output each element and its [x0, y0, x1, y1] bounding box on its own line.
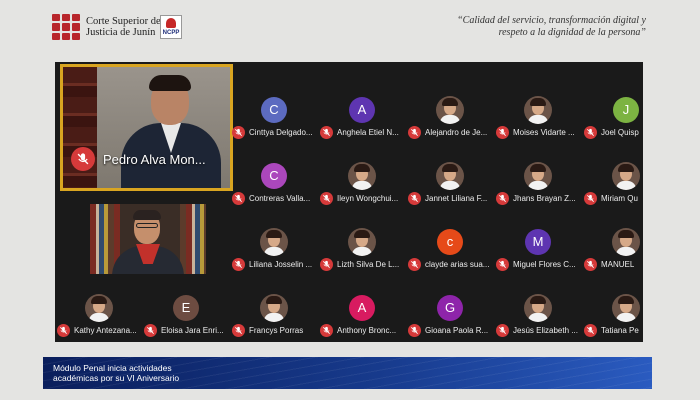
participant-tile[interactable]: Moises Vidarte ...	[494, 68, 582, 139]
participant-photo	[612, 162, 640, 190]
participant-label: Gioana Paola R...	[408, 323, 494, 337]
participant-photo	[612, 228, 640, 256]
motto-line1: “Calidad del servicio, transformación di…	[457, 15, 646, 26]
participant-video-tile[interactable]	[90, 204, 206, 274]
ncpp-label: NCPP	[162, 30, 180, 36]
participant-initial-avatar: A	[349, 97, 375, 123]
participant-tile[interactable]: M Miguel Flores C...	[494, 200, 582, 271]
participant-initial-avatar: c	[437, 229, 463, 255]
participant-name: Gioana Paola R...	[425, 325, 489, 335]
video-conference-gallery: Pedro Alva Mon... C Cinttya Delgado... A An…	[55, 62, 643, 342]
participant-label: Kathy Antezana...	[57, 323, 143, 337]
motto-line2: respeto a la dignidad de la persona”	[498, 27, 646, 38]
participant-tile[interactable]: Liliana Josselin ...	[230, 200, 318, 271]
participant-name: Francys Porras	[249, 325, 304, 335]
muted-mic-icon	[57, 323, 70, 337]
active-speaker-label: Pedro Alva Mon...	[71, 147, 206, 171]
muted-mic-icon	[232, 323, 245, 337]
muted-mic-icon	[71, 147, 95, 171]
participant-tile[interactable]: C Cinttya Delgado...	[230, 68, 318, 139]
participant-tile[interactable]: Francys Porras	[230, 266, 318, 337]
participant-tile[interactable]: MANUEL	[582, 200, 643, 271]
participant-tile[interactable]: c clayde arias sua...	[406, 200, 494, 271]
participant-initial-avatar: E	[173, 295, 199, 321]
banner-line1: Módulo Penal inicia actividades	[53, 363, 172, 373]
participant-photo	[524, 96, 552, 124]
participant-photo	[348, 162, 376, 190]
participant-tile[interactable]: J Joel Quisp	[582, 68, 643, 139]
participant-tile[interactable]: A Anthony Bronc...	[318, 266, 406, 337]
court-name: Corte Superior de Justicia de Junín	[86, 16, 161, 38]
ncpp-badge: NCPP	[160, 15, 182, 39]
muted-mic-icon	[144, 323, 157, 337]
participant-name: Jesús Elizabeth ...	[513, 325, 578, 335]
page-header: Corte Superior de Justicia de Junín NCPP…	[0, 0, 700, 52]
court-name-line2: Justicia de Junín	[86, 27, 156, 38]
participant-photo	[524, 162, 552, 190]
muted-mic-icon	[584, 323, 597, 337]
participant-photo	[85, 294, 113, 322]
participant-name: Anthony Bronc...	[337, 325, 397, 335]
muted-mic-icon	[320, 323, 333, 337]
participant-tile[interactable]: Jesús Elizabeth ...	[494, 266, 582, 337]
participant-tile[interactable]: Jannet Liliana F...	[406, 134, 494, 205]
participant-label: Francys Porras	[232, 323, 318, 337]
participant-tile[interactable]: G Gioana Paola R...	[406, 266, 494, 337]
court-logo: Corte Superior de Justicia de Junín	[52, 14, 161, 40]
participant-tile[interactable]: Tatiana Pe	[582, 266, 643, 337]
participant-initial-avatar: A	[349, 295, 375, 321]
participant-photo	[260, 228, 288, 256]
participant-photo	[348, 228, 376, 256]
participant-name: Kathy Antezana...	[74, 325, 137, 335]
participant-photo	[436, 96, 464, 124]
news-banner: Módulo Penal inicia actividades académic…	[43, 357, 652, 389]
participant-tile[interactable]: Jhans Brayan Z...	[494, 134, 582, 205]
participant-initial-avatar: G	[437, 295, 463, 321]
participant-initial-avatar: C	[261, 97, 287, 123]
court-emblem-icon	[52, 14, 80, 40]
participant-initial-avatar: C	[261, 163, 287, 189]
participant-photo	[612, 294, 640, 322]
banner-line2: académicas por su VI Aniversario	[53, 373, 180, 383]
participant-label: Anthony Bronc...	[320, 323, 406, 337]
participant-tile[interactable]: Ileyn Wongchui...	[318, 134, 406, 205]
banner-headline: Módulo Penal inicia actividades académic…	[53, 363, 179, 383]
participant-photo	[524, 294, 552, 322]
participant-tile[interactable]: C Contreras Valla...	[230, 134, 318, 205]
participant-photo	[260, 294, 288, 322]
active-speaker-name: Pedro Alva Mon...	[103, 151, 206, 167]
participant-initial-avatar: M	[525, 229, 551, 255]
participant-tile[interactable]: A Anghela Etiel N...	[318, 68, 406, 139]
institutional-motto: “Calidad del servicio, transformación di…	[457, 15, 646, 39]
participant-name: Eloisa Jara Enri...	[161, 325, 224, 335]
muted-mic-icon	[408, 323, 421, 337]
participant-photo	[436, 162, 464, 190]
participant-tile[interactable]: Miriam Qu	[582, 134, 643, 205]
participant-tile[interactable]: Kathy Antezana...	[55, 266, 143, 337]
participant-name: Tatiana Pe	[601, 325, 639, 335]
speaker-hair	[149, 75, 191, 91]
participant-initial-avatar: J	[613, 97, 639, 123]
active-speaker-tile[interactable]: Pedro Alva Mon...	[60, 64, 233, 191]
ncpp-emblem-icon	[166, 18, 176, 28]
participant-glasses	[136, 223, 158, 228]
participant-tile[interactable]: Alejandro de Je...	[406, 68, 494, 139]
participant-tile[interactable]: E Eloisa Jara Enri...	[142, 266, 230, 337]
participant-label: Eloisa Jara Enri...	[144, 323, 230, 337]
participant-label: Tatiana Pe	[584, 323, 643, 337]
participant-tile[interactable]: Lizth Silva De L...	[318, 200, 406, 271]
participant-hair	[133, 210, 161, 220]
participant-label: Jesús Elizabeth ...	[496, 323, 582, 337]
muted-mic-icon	[496, 323, 509, 337]
court-name-line1: Corte Superior de	[86, 16, 161, 27]
